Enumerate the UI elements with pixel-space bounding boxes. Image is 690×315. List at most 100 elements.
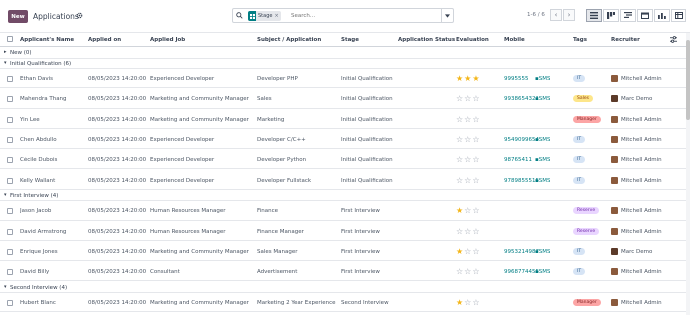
- star-icon[interactable]: ☆: [464, 95, 471, 103]
- star-icon[interactable]: ★: [456, 75, 463, 83]
- priority-stars[interactable]: ☆ ☆ ☆: [456, 268, 480, 276]
- table-row[interactable]: Ethan Davis 08/05/2023 14:20:00 Experience…: [0, 69, 690, 89]
- sms-button[interactable]: ▪SMS: [535, 269, 550, 275]
- row-checkbox[interactable]: [7, 157, 13, 164]
- star-icon[interactable]: ☆: [464, 268, 471, 276]
- list-view-button[interactable]: [586, 9, 602, 22]
- sms-button[interactable]: ▪SMS: [535, 96, 550, 102]
- row-checkbox[interactable]: [7, 96, 13, 103]
- star-icon[interactable]: ☆: [456, 156, 463, 164]
- table-row[interactable]: Kelly Wallant 08/05/2023 14:20:00 Experien…: [0, 171, 690, 190]
- table-row[interactable]: Chen Abdullo 08/05/2023 14:20:00 Experienc…: [0, 130, 690, 150]
- star-icon[interactable]: ☆: [456, 176, 463, 185]
- table-row[interactable]: Jason Jacob 08/05/2023 14:20:00 Human Reso…: [0, 201, 690, 221]
- avatar[interactable]: [611, 156, 618, 164]
- avatar[interactable]: [611, 135, 618, 143]
- cell-mobile[interactable]: 9995555: [504, 76, 529, 82]
- cell-mobile[interactable]: 9938654321: [504, 96, 539, 102]
- row-checkbox[interactable]: [7, 76, 13, 82]
- priority-stars[interactable]: ★ ☆ ☆: [456, 207, 480, 215]
- avatar[interactable]: [611, 75, 618, 82]
- star-icon[interactable]: ☆: [464, 227, 471, 236]
- star-icon[interactable]: ☆: [472, 268, 479, 276]
- row-checkbox[interactable]: [7, 136, 13, 143]
- group-row[interactable]: ▾ First Interview (4): [0, 190, 690, 202]
- cell-mobile[interactable]: 98765411: [504, 157, 532, 163]
- priority-stars[interactable]: ☆ ☆ ☆: [456, 227, 480, 236]
- star-icon[interactable]: ☆: [472, 227, 479, 236]
- kanban-view-button[interactable]: [603, 9, 619, 22]
- table-row[interactable]: Hubert Blanc 08/05/2023 14:20:00 Marketing…: [0, 293, 690, 313]
- select-all-checkbox[interactable]: [7, 36, 13, 42]
- gear-icon[interactable]: [75, 11, 84, 20]
- optional-columns-icon[interactable]: [670, 36, 677, 45]
- priority-stars[interactable]: ☆ ☆ ☆: [456, 135, 480, 144]
- group-row[interactable]: ▾ Initial Qualification (6): [0, 58, 690, 69]
- priority-stars[interactable]: ☆ ☆ ☆: [456, 176, 480, 185]
- avatar[interactable]: [611, 227, 618, 235]
- avatar[interactable]: [611, 268, 618, 276]
- star-icon[interactable]: ☆: [464, 156, 471, 164]
- star-icon[interactable]: ☆: [464, 299, 471, 307]
- graph-view-button[interactable]: [654, 9, 670, 22]
- star-icon[interactable]: ★: [456, 299, 463, 307]
- star-icon[interactable]: ☆: [464, 207, 471, 215]
- sms-button[interactable]: ▪SMS: [535, 157, 550, 163]
- star-icon[interactable]: ☆: [456, 268, 463, 276]
- star-icon[interactable]: ☆: [472, 207, 479, 215]
- row-checkbox[interactable]: [7, 228, 13, 235]
- activity-view-button[interactable]: [620, 9, 636, 22]
- star-icon[interactable]: ★: [464, 75, 471, 83]
- avatar[interactable]: [611, 247, 618, 255]
- chevron-right-icon[interactable]: ›: [563, 9, 575, 21]
- column-header[interactable]: Mobile: [504, 37, 525, 43]
- scrollbar-thumb[interactable]: [686, 40, 690, 120]
- new-button[interactable]: New: [8, 10, 28, 23]
- avatar[interactable]: [611, 207, 618, 215]
- search-options-button[interactable]: [441, 9, 453, 22]
- chevron-left-icon[interactable]: ‹: [550, 9, 562, 21]
- cell-mobile[interactable]: 9549099654: [504, 137, 539, 143]
- sms-button[interactable]: ▪SMS: [535, 76, 550, 82]
- column-header[interactable]: Applied Job: [150, 37, 185, 43]
- star-icon[interactable]: ☆: [456, 227, 463, 236]
- row-checkbox[interactable]: [7, 208, 13, 215]
- star-icon[interactable]: ☆: [456, 95, 463, 103]
- cell-mobile[interactable]: 9953214987: [504, 249, 539, 255]
- column-header[interactable]: Stage: [341, 37, 359, 43]
- column-header[interactable]: Subject / Application: [257, 37, 321, 43]
- priority-stars[interactable]: ☆ ☆ ☆: [456, 115, 480, 124]
- column-header[interactable]: Tags: [573, 37, 587, 43]
- table-row[interactable]: Mahendra Thang 08/05/2023 14:20:00 Marketi…: [0, 89, 690, 109]
- row-checkbox[interactable]: [7, 177, 13, 184]
- cell-mobile[interactable]: 9789855515: [504, 178, 539, 184]
- column-header[interactable]: Recruiter: [611, 37, 640, 43]
- star-icon[interactable]: ☆: [456, 115, 463, 124]
- column-header[interactable]: Applied on: [88, 37, 121, 43]
- avatar[interactable]: [611, 176, 618, 184]
- priority-stars[interactable]: ☆ ☆ ☆: [456, 156, 480, 164]
- table-row[interactable]: Cécile Dubois 08/05/2023 14:20:00 Experien…: [0, 150, 690, 170]
- priority-stars[interactable]: ★ ☆ ☆: [456, 247, 480, 256]
- cell-mobile[interactable]: 9968774455: [504, 269, 539, 275]
- group-row[interactable]: ▾ Second Interview (4): [0, 282, 690, 293]
- star-icon[interactable]: ☆: [456, 135, 463, 144]
- star-icon[interactable]: ☆: [464, 135, 471, 144]
- column-header[interactable]: Application Status: [398, 37, 455, 43]
- avatar[interactable]: [611, 115, 618, 123]
- calendar-view-button[interactable]: [637, 9, 653, 22]
- avatar[interactable]: [611, 95, 618, 103]
- star-icon[interactable]: ★: [472, 75, 479, 83]
- column-header[interactable]: Evaluation: [456, 37, 489, 43]
- star-icon[interactable]: ☆: [472, 95, 479, 103]
- star-icon[interactable]: ☆: [464, 115, 471, 124]
- star-icon[interactable]: ☆: [472, 115, 479, 124]
- row-checkbox[interactable]: [7, 269, 13, 276]
- table-row[interactable]: Yin Lee 08/05/2023 14:20:00 Marketing and …: [0, 110, 690, 129]
- star-icon[interactable]: ☆: [464, 176, 471, 185]
- avatar[interactable]: [611, 299, 618, 306]
- search-input[interactable]: [291, 11, 421, 21]
- table-row[interactable]: David Billy 08/05/2023 14:20:00 Consultant…: [0, 262, 690, 282]
- table-row[interactable]: Enrique Jones 08/05/2023 14:20:00 Marketin…: [0, 242, 690, 262]
- sms-button[interactable]: ▪SMS: [535, 178, 550, 184]
